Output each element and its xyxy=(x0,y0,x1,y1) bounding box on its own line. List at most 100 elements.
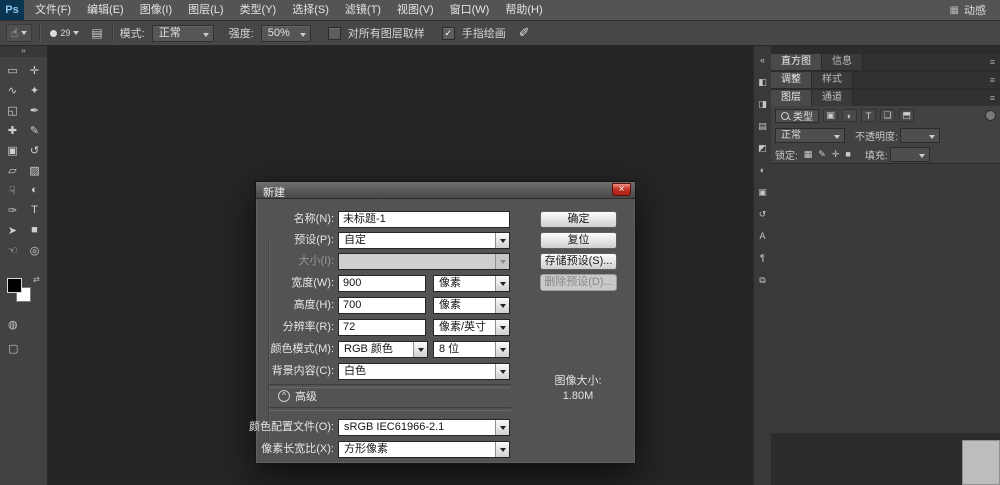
layers-list[interactable] xyxy=(771,163,1000,433)
pixel-aspect-select[interactable]: 方形像素 xyxy=(338,441,510,458)
hand-tool[interactable]: ☜ xyxy=(2,240,24,260)
menu-help[interactable]: 帮助(H) xyxy=(497,0,550,20)
history-brush-tool[interactable]: ↺ xyxy=(24,140,46,160)
clone-stamp-tool[interactable]: ▣ xyxy=(2,140,24,160)
layer-filter-row: 类型 ▣ ◐ T ❏ ⬒ xyxy=(771,106,1000,125)
masks-panel-icon[interactable]: ▣ xyxy=(755,184,771,200)
strength-select[interactable]: 50% xyxy=(260,24,311,42)
menu-file[interactable]: 文件(F) xyxy=(27,0,79,20)
swap-colors-icon[interactable]: ⇄ xyxy=(33,275,40,284)
layer-filter-toggle[interactable] xyxy=(985,110,996,121)
brush-panel-toggle-icon[interactable]: ▤ xyxy=(89,26,104,40)
finger-paint-checkbox[interactable]: ✓ xyxy=(441,26,455,40)
menu-filter[interactable]: 滤镜(T) xyxy=(337,0,389,20)
layer-filter-select[interactable]: 类型 xyxy=(775,108,819,123)
zoom-tool[interactable]: ◎ xyxy=(24,240,46,260)
menu-select[interactable]: 选择(S) xyxy=(284,0,337,20)
filter-adjustment-layers-icon[interactable]: ◐ xyxy=(842,109,857,122)
preset-select[interactable]: 自定 xyxy=(338,232,510,249)
styles-panel-icon[interactable]: ◩ xyxy=(755,140,771,156)
smudge-tool[interactable]: ☟ xyxy=(2,180,24,200)
advanced-toggle[interactable]: ^ 高级 xyxy=(278,389,317,403)
height-input[interactable]: 700 xyxy=(338,297,426,314)
menu-image[interactable]: 图像(I) xyxy=(132,0,180,20)
crop-tool[interactable]: ◱ xyxy=(2,100,24,120)
resolution-unit-select[interactable]: 像素/英寸 xyxy=(433,319,510,336)
tab-channels[interactable]: 通道 xyxy=(812,90,853,106)
brush-preset-picker[interactable]: 29 xyxy=(47,24,82,42)
tool-preset-picker[interactable]: ☝ xyxy=(6,24,33,42)
type-tool[interactable]: T xyxy=(24,200,46,220)
tab-styles[interactable]: 样式 xyxy=(812,72,853,88)
brush-tool[interactable]: ✎ xyxy=(24,120,46,140)
workspace-switcher[interactable]: ▦ 动感 xyxy=(950,2,1000,18)
mode-select[interactable]: 正常 xyxy=(151,24,214,42)
ok-button[interactable]: 确定 xyxy=(540,211,617,228)
filter-smart-objects-icon[interactable]: ⬒ xyxy=(899,109,914,122)
tab-layers[interactable]: 图层 xyxy=(771,90,812,106)
close-icon[interactable]: × xyxy=(612,183,631,196)
blend-mode-select[interactable]: 正常 xyxy=(775,127,845,143)
filter-type-layers-icon[interactable]: T xyxy=(861,109,876,122)
chevron-down-icon xyxy=(495,342,509,357)
tab-adjustments[interactable]: 调整 xyxy=(771,72,812,88)
collapse-panels-icon[interactable]: « xyxy=(755,52,771,68)
airbrush-icon[interactable]: ✐ xyxy=(519,25,530,41)
toolbar-collapse-icon[interactable]: » xyxy=(0,46,47,57)
color-profile-select[interactable]: sRGB IEC61966-2.1 xyxy=(338,419,510,436)
quick-mask-icon[interactable]: ◍ xyxy=(8,318,18,331)
character-panel-icon[interactable]: A xyxy=(755,228,771,244)
tab-histogram[interactable]: 直方图 xyxy=(771,54,822,70)
navigator-panel-icon[interactable]: ◧ xyxy=(755,74,771,90)
history-panel-icon[interactable]: ↺ xyxy=(755,206,771,222)
adjustments-panel-icon[interactable]: ◐ xyxy=(755,162,771,178)
rectangular-marquee-tool[interactable]: ▭ xyxy=(2,60,24,80)
menu-edit[interactable]: 编辑(E) xyxy=(79,0,132,20)
menu-layer[interactable]: 图层(L) xyxy=(180,0,231,20)
fill-select[interactable] xyxy=(889,146,930,162)
quick-selection-tool[interactable]: ✦ xyxy=(24,80,46,100)
path-selection-tool[interactable]: ➤ xyxy=(2,220,24,240)
background-select[interactable]: 白色 xyxy=(338,363,510,380)
panel-menu-icon[interactable]: ≡ xyxy=(990,54,1000,70)
color-panel-icon[interactable]: ◨ xyxy=(755,96,771,112)
bit-depth-select[interactable]: 8 位 xyxy=(433,341,510,358)
filter-pixel-layers-icon[interactable]: ▣ xyxy=(823,109,838,122)
spot-healing-brush-tool[interactable]: ✚ xyxy=(2,120,24,140)
paragraph-panel-icon[interactable]: ¶ xyxy=(755,250,771,266)
filter-shape-layers-icon[interactable]: ❏ xyxy=(880,109,895,122)
move-tool[interactable]: ✛ xyxy=(24,60,46,80)
sample-all-layers-checkbox[interactable] xyxy=(327,26,341,40)
reset-button[interactable]: 复位 xyxy=(540,232,617,249)
panel-menu-icon[interactable]: ≡ xyxy=(990,90,1000,106)
foreground-color-swatch[interactable] xyxy=(7,278,22,293)
screen-mode-icon[interactable]: ▢ xyxy=(8,342,18,355)
pen-tool[interactable]: ✑ xyxy=(2,200,24,220)
clone-source-panel-icon[interactable]: ⧉ xyxy=(755,272,771,288)
menu-window[interactable]: 窗口(W) xyxy=(442,0,498,20)
menu-view[interactable]: 视图(V) xyxy=(389,0,442,20)
eraser-tool[interactable]: ▱ xyxy=(2,160,24,180)
save-preset-button[interactable]: 存储预设(S)... xyxy=(540,253,617,270)
tab-info[interactable]: 信息 xyxy=(822,54,863,70)
opacity-select[interactable] xyxy=(899,127,940,143)
height-unit-select[interactable]: 像素 xyxy=(433,297,510,314)
dialog-titlebar[interactable]: 新建 × xyxy=(256,182,635,199)
name-input[interactable]: 未标题-1 xyxy=(338,211,510,228)
shape-tool[interactable]: ■ xyxy=(24,220,46,240)
panel-menu-icon[interactable]: ≡ xyxy=(990,72,1000,88)
eyedropper-tool[interactable]: ✒ xyxy=(24,100,46,120)
lasso-tool[interactable]: ∿ xyxy=(2,80,24,100)
swatches-panel-icon[interactable]: ▤ xyxy=(755,118,771,134)
gradient-tool[interactable]: ▨ xyxy=(24,160,46,180)
resolution-input[interactable]: 72 xyxy=(338,319,426,336)
color-mode-select[interactable]: RGB 颜色 xyxy=(338,341,428,358)
width-unit-select[interactable]: 像素 xyxy=(433,275,510,292)
dodge-tool[interactable]: ◐ xyxy=(24,180,46,200)
menu-type[interactable]: 类型(Y) xyxy=(232,0,285,20)
lock-paint-icon[interactable]: ✎ xyxy=(818,149,826,160)
lock-position-icon[interactable]: ✛ xyxy=(832,149,840,160)
lock-transparency-icon[interactable]: ▦ xyxy=(804,149,813,160)
width-input[interactable]: 900 xyxy=(338,275,426,292)
lock-all-icon[interactable]: ■ xyxy=(845,149,850,159)
